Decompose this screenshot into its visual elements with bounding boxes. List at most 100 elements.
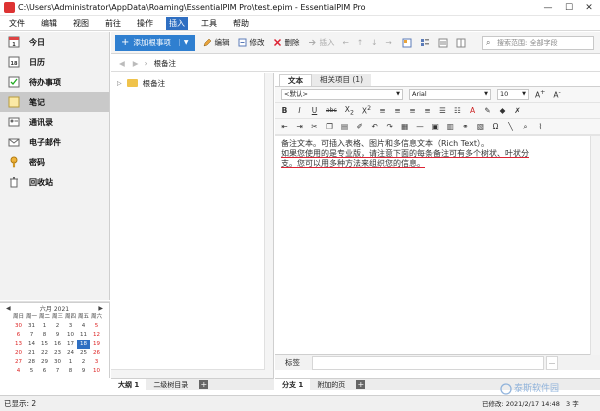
minimize-button[interactable]: — (538, 0, 558, 16)
labels-field[interactable] (312, 355, 544, 370)
subscript-icon[interactable]: X2 (345, 105, 354, 117)
calendar-day[interactable]: 27 (12, 358, 25, 367)
prev-month-icon[interactable]: ◀ (6, 305, 11, 312)
calendar-day[interactable]: 16 (51, 340, 64, 349)
bold-icon[interactable]: B (281, 106, 288, 115)
editor-vertical-scrollbar[interactable] (590, 136, 600, 355)
align-right-icon[interactable]: ≡ (409, 106, 416, 115)
format-painter-icon[interactable]: ✐ (356, 122, 363, 131)
calendar-day[interactable]: 5 (25, 367, 38, 376)
link-icon[interactable]: ⚭ (462, 122, 469, 131)
redo-icon[interactable]: ↷ (386, 122, 393, 131)
calendar-day[interactable]: 25 (77, 349, 90, 358)
calendar-day[interactable]: 9 (51, 331, 64, 340)
calendar-day[interactable]: 26 (90, 349, 103, 358)
calendar-day[interactable]: 7 (51, 367, 64, 376)
calendar-day[interactable]: 9 (77, 367, 90, 376)
date-icon[interactable]: ▧ (477, 122, 484, 131)
export-icon[interactable] (402, 38, 412, 48)
align-center-icon[interactable]: ≡ (394, 106, 401, 115)
menu-go[interactable]: 前往 (102, 17, 124, 30)
calendar-day[interactable]: 3 (90, 358, 103, 367)
calendar-day[interactable]: 10 (90, 367, 103, 376)
indent-increase-icon[interactable]: ⇥ (296, 122, 303, 131)
align-left-icon[interactable]: ≡ (379, 106, 386, 115)
menu-view[interactable]: 视图 (70, 17, 92, 30)
arrow-left-icon[interactable]: ← (343, 38, 349, 47)
menu-help[interactable]: 帮助 (230, 17, 252, 30)
next-month-icon[interactable]: ▶ (98, 305, 103, 312)
tree-horizontal-scrollbar[interactable] (111, 369, 265, 378)
calendar-day[interactable]: 14 (25, 340, 38, 349)
calendar-day[interactable]: 10 (64, 331, 77, 340)
horizontal-line-icon[interactable]: — (416, 122, 424, 131)
calendar-day[interactable]: 12 (90, 331, 103, 340)
sidebar-item-passwords[interactable]: 密码 (0, 152, 109, 172)
calendar-day[interactable]: 4 (77, 322, 90, 331)
tab-outline-1[interactable]: 大纲 1 (111, 378, 147, 391)
strikethrough-icon[interactable]: abc (326, 107, 337, 114)
calendar-day[interactable]: 20 (12, 349, 25, 358)
bullet-list-icon[interactable]: ☰ (439, 106, 446, 115)
style-select[interactable]: <默认> ▼ (281, 89, 403, 100)
labels-picker-button[interactable]: … (546, 355, 558, 370)
calendar-day[interactable]: 11 (77, 331, 90, 340)
font-select[interactable]: Arial ▼ (409, 89, 491, 100)
view-split-icon[interactable] (456, 38, 466, 48)
calendar-day[interactable]: 21 (25, 349, 38, 358)
calendar-day[interactable]: 17 (64, 340, 77, 349)
tab-related-items[interactable]: 相关项目 (1) (312, 74, 372, 86)
calendar-day[interactable]: 1 (64, 358, 77, 367)
numbered-list-icon[interactable]: ☷ (454, 106, 461, 115)
underline-icon[interactable]: U (311, 106, 318, 115)
breadcrumb-item[interactable]: 根备注 (154, 58, 177, 69)
calendar-day[interactable]: 23 (51, 349, 64, 358)
calendar-day[interactable]: 2 (77, 358, 90, 367)
text-color-icon[interactable]: A (469, 106, 476, 115)
calendar-day[interactable]: 6 (38, 367, 51, 376)
clear-format-icon[interactable]: ✗ (514, 106, 521, 115)
attachment-icon[interactable]: ⌇ (537, 122, 544, 131)
drawing-icon[interactable]: ╲ (507, 122, 514, 131)
object-icon[interactable]: ▥ (447, 122, 454, 131)
back-icon[interactable]: ◀ (119, 59, 125, 68)
sidebar-item-notes[interactable]: 笔记 (0, 92, 109, 112)
tab-branch-1[interactable]: 分支 1 (275, 378, 311, 391)
calendar-day[interactable]: 3 (64, 322, 77, 331)
view-list-icon[interactable] (438, 38, 448, 48)
insert-button[interactable]: 插入 (308, 37, 335, 48)
tree-vertical-scrollbar[interactable] (264, 73, 273, 378)
calendar-day[interactable]: 8 (38, 331, 51, 340)
tab-second-level-tree[interactable]: 二级树目录 (146, 379, 195, 391)
calendar-day[interactable]: 30 (51, 358, 64, 367)
tab-text[interactable]: 文本 (279, 74, 312, 86)
modify-button[interactable]: 修改 (238, 37, 265, 48)
menu-tools[interactable]: 工具 (198, 17, 220, 30)
maximize-button[interactable]: ☐ (559, 0, 579, 16)
copy-icon[interactable]: ❐ (326, 122, 333, 131)
arrow-down-icon[interactable]: ↓ (371, 38, 377, 47)
italic-icon[interactable]: I (296, 106, 303, 115)
add-tab-icon[interactable]: + (199, 380, 209, 389)
calendar-day[interactable]: 18 (77, 340, 90, 349)
forward-icon[interactable]: ▶ (133, 59, 139, 68)
calendar-day[interactable]: 8 (64, 367, 77, 376)
paste-icon[interactable]: ▤ (341, 122, 348, 131)
view-tree-icon[interactable] (420, 38, 430, 48)
calendar-day[interactable]: 19 (90, 340, 103, 349)
chevron-down-icon[interactable]: ▼ (178, 39, 189, 46)
symbol-icon[interactable]: Ω (492, 122, 499, 131)
calendar-day[interactable]: 30 (12, 322, 25, 331)
find-icon[interactable]: ⌕ (522, 122, 529, 132)
calendar-day[interactable]: 5 (90, 322, 103, 331)
calendar-day[interactable]: 28 (25, 358, 38, 367)
calendar-day[interactable]: 6 (12, 331, 25, 340)
image-icon[interactable]: ▣ (432, 122, 439, 131)
add-page-tab-icon[interactable]: + (356, 380, 366, 389)
tree-node-root[interactable]: ▷ 根备注 (111, 76, 273, 90)
highlight-icon[interactable]: ✎ (484, 106, 491, 115)
calendar-day[interactable]: 29 (38, 358, 51, 367)
calendar-day[interactable]: 15 (38, 340, 51, 349)
calendar-day[interactable]: 24 (64, 349, 77, 358)
delete-button[interactable]: 删除 (273, 37, 300, 48)
